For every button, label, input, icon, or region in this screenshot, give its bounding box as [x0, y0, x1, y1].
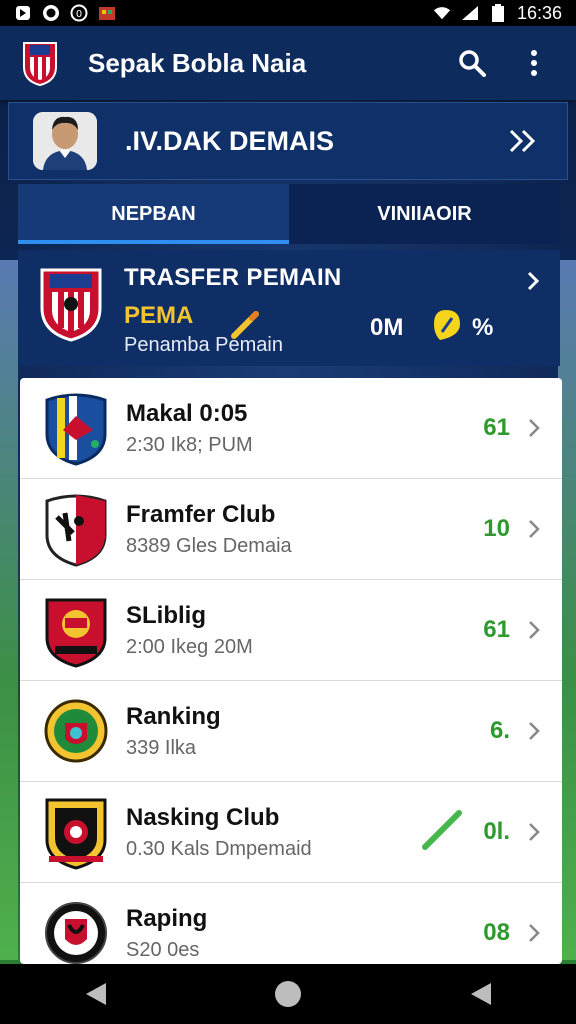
- banner-percent: %: [472, 314, 494, 341]
- transfer-banner[interactable]: TRASFER PEMAIN PEMA 0M % Penamba Pemain: [18, 250, 560, 366]
- home-icon: [275, 981, 301, 1007]
- player-next-button[interactable]: [503, 121, 543, 161]
- list-item-score: 61: [483, 414, 510, 441]
- status-bar: 0 16:36: [0, 0, 576, 26]
- recents-button[interactable]: [450, 969, 510, 1019]
- chevron-right-icon: [524, 514, 544, 544]
- back-button[interactable]: [66, 969, 126, 1019]
- banner-value: 0M: [370, 314, 404, 341]
- system-nav-bar: [0, 964, 576, 1024]
- battery-icon: [489, 4, 507, 22]
- list-item[interactable]: SLiblig 2:00 Ikeg 20M 61: [20, 580, 562, 681]
- list-item-score: 6.: [489, 717, 510, 744]
- list-item[interactable]: Ranking 339 Ilka 6.: [20, 681, 562, 782]
- status-time: 16:36: [516, 2, 562, 23]
- list-item-title: SLiblig: [126, 601, 206, 629]
- list-item-title: Raping: [126, 904, 208, 932]
- list-item-subtitle: 0.30 Kals Dmpemaid: [126, 837, 312, 860]
- search-icon: [459, 50, 486, 77]
- edit-mark-icon: [419, 807, 465, 858]
- player-header[interactable]: .IV.DAK DEMAIS: [8, 102, 568, 180]
- avatar: [33, 112, 97, 170]
- chevron-right-icon: [524, 413, 544, 443]
- list-item[interactable]: Framfer Club 8389 Gles Demaia 10: [20, 479, 562, 580]
- club-list: Makal 0:05 2:30 Ik8; PUM 61 Framfer Club…: [20, 378, 562, 964]
- app-bar: Sepak Bobla Naia: [0, 26, 576, 100]
- chevron-right-icon: [526, 270, 540, 297]
- banner-caption: Penamba Pemain: [124, 334, 283, 356]
- svg-text:0: 0: [76, 9, 82, 20]
- list-item-subtitle: 8389 Gles Demaia: [126, 534, 292, 557]
- chevron-right-icon: [524, 716, 544, 746]
- club-crest-icon: [40, 590, 112, 670]
- back-icon: [86, 983, 106, 1005]
- search-button[interactable]: [450, 41, 494, 85]
- list-item-subtitle: 2:00 Ikeg 20M: [126, 635, 253, 658]
- list-item-title: Framfer Club: [126, 500, 276, 528]
- signal-icon: [461, 4, 479, 22]
- club-crest-icon: [40, 893, 112, 964]
- tab-bar: NEPBAN VINIIAOIR: [18, 184, 560, 244]
- transfer-banner-body: TRASFER PEMAIN PEMA 0M % Penamba Pemain: [124, 264, 540, 364]
- wifi-icon: [433, 4, 451, 22]
- app-title: Sepak Bobla Naia: [88, 47, 307, 78]
- list-item-title: Makal 0:05: [126, 399, 248, 427]
- club-crest-icon: [38, 264, 104, 344]
- double-chevron-right-icon: [509, 129, 536, 153]
- list-item-subtitle: 339 Ilka: [126, 736, 197, 759]
- tag-badge-icon: [430, 308, 462, 347]
- club-crest-icon: [40, 691, 112, 771]
- club-crest-icon: [40, 388, 112, 468]
- chevron-right-icon: [524, 817, 544, 847]
- club-crest-icon: [40, 489, 112, 569]
- list-item-score: 61: [483, 616, 510, 643]
- player-name: .IV.DAK DEMAIS: [125, 125, 335, 156]
- home-button[interactable]: [258, 969, 318, 1019]
- background-edge-left: [0, 260, 18, 960]
- list-item-title: Nasking Club: [126, 803, 280, 831]
- list-item-subtitle: S20 0es: [126, 938, 200, 961]
- chevron-right-icon: [524, 918, 544, 948]
- whatsapp-icon: [42, 4, 60, 22]
- tab-viniiaoir[interactable]: VINIIAOIR: [289, 184, 560, 244]
- list-item[interactable]: Nasking Club 0.30 Kals Dmpemaid 0l.: [20, 782, 562, 883]
- club-logo-icon[interactable]: [20, 39, 60, 87]
- recents-icon: [471, 983, 491, 1005]
- banner-title: TRASFER PEMAIN: [124, 264, 342, 291]
- list-item-score: 08: [483, 919, 510, 946]
- list-item-score: 0l.: [483, 818, 510, 845]
- chevron-right-icon: [524, 615, 544, 645]
- more-vert-icon: [531, 50, 537, 76]
- more-options-button[interactable]: [512, 41, 556, 85]
- tab-nepban[interactable]: NEPBAN: [18, 184, 289, 244]
- club-crest-icon: [40, 792, 112, 872]
- app-icon: [98, 4, 116, 22]
- list-item-score: 10: [483, 515, 510, 542]
- list-item[interactable]: Raping S20 0es 08: [20, 883, 562, 964]
- list-item-title: Ranking: [126, 702, 221, 730]
- notification-icon: [14, 4, 32, 22]
- list-item-subtitle: 2:30 Ik8; PUM: [126, 433, 253, 456]
- list-item[interactable]: Makal 0:05 2:30 Ik8; PUM 61: [20, 378, 562, 479]
- record-icon: 0: [70, 4, 88, 22]
